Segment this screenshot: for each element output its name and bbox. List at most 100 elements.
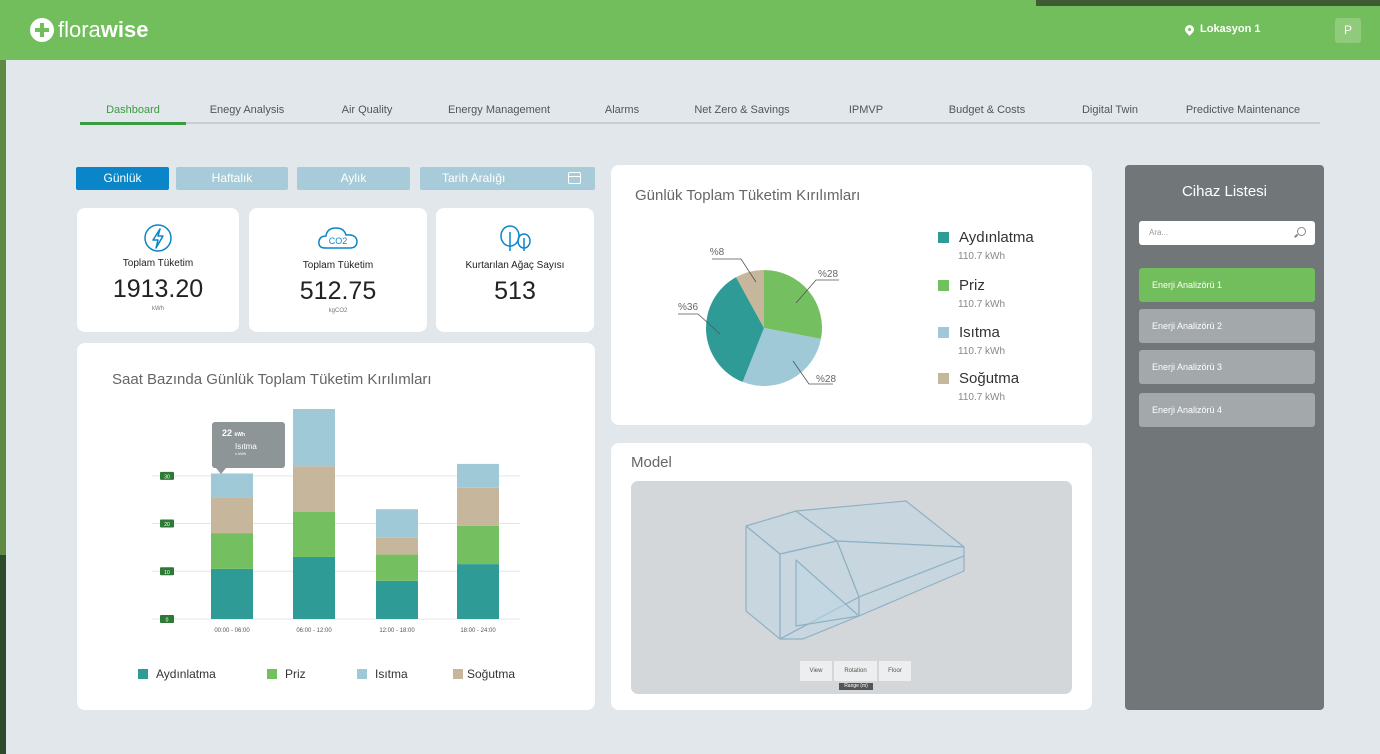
device-item[interactable]: Enerji Analizörü 2 — [1139, 309, 1315, 343]
kpi-label: Kurtarılan Ağaç Sayısı — [465, 260, 565, 271]
bar-segment-priz — [211, 533, 253, 569]
pie-legend-priz: Priz 110.7 kWh — [938, 277, 1005, 310]
kpi-label: Toplam Tüketim — [122, 258, 194, 269]
device-item[interactable]: Enerji Analizörü 3 — [1139, 350, 1315, 384]
hourly-chart-legend: Aydınlatma Priz Isıtma Soğutma — [138, 667, 515, 681]
device-list-panel: Cihaz Listesi Ara... Enerji Analizörü 1 … — [1125, 165, 1324, 710]
pie-legend-aydinlatma: Aydınlatma 110.7 kWh — [938, 229, 1034, 262]
pie-legend-value: 110.7 kWh — [958, 346, 1006, 357]
pie-legend-isitma: Isıtma 110.7 kWh — [938, 324, 1005, 357]
y-tick-label: 10 — [164, 570, 170, 576]
x-tick-label: 18:00 - 24:00 — [460, 628, 496, 634]
pie-chart: %28 %28 %36 %8 — [678, 247, 839, 386]
avatar[interactable]: P — [1335, 18, 1361, 43]
logo-text: florawise — [58, 17, 149, 42]
legend-label-priz: Priz — [285, 667, 306, 681]
tooltip-value: 22 — [222, 428, 233, 438]
period-daily-button[interactable]: Günlük — [76, 167, 169, 190]
trees-icon — [500, 225, 531, 251]
kpi-unit: kWh — [152, 306, 164, 312]
kpi-value: 512.75 — [299, 277, 377, 305]
device-item[interactable]: Enerji Analizörü 1 — [1139, 268, 1315, 302]
tab-net-zero-savings[interactable]: Net Zero & Savings — [672, 96, 812, 122]
bar-segment-aydinlatma — [211, 568, 253, 619]
y-tick-label: 0 — [166, 618, 169, 624]
location-pin-icon — [1183, 22, 1196, 36]
legend-label-isitma: Isıtma — [375, 667, 408, 681]
pie-legend-value: 110.7 kWh — [958, 299, 1006, 310]
device-search-input[interactable]: Ara... — [1139, 221, 1315, 245]
tooltip-sub: x kWh — [235, 451, 247, 456]
pie-slice-priz — [764, 270, 822, 339]
y-tick-label: 30 — [164, 474, 170, 480]
period-range-label: Tarih Aralığı — [442, 171, 506, 185]
kpi-card-consumption: Toplam Tüketim 1913.20 kWh — [77, 208, 239, 332]
pie-value-label: %36 — [678, 302, 698, 313]
bar-segment-isitma — [211, 473, 253, 498]
pie-value-label: %28 — [816, 374, 836, 385]
top-bar: florawise Lokasyon 1 P — [0, 0, 1380, 60]
device-item[interactable]: Enerji Analizörü 4 — [1139, 393, 1315, 427]
period-weekly-button[interactable]: Haftalık — [176, 167, 288, 190]
y-tick-label: 20 — [164, 522, 170, 528]
pie-legend-swatch — [938, 280, 949, 291]
tooltip-unit: kWh — [234, 432, 246, 438]
co2-cloud-icon: CO2 — [318, 227, 358, 249]
location-selector[interactable]: Lokasyon 1 — [1183, 22, 1261, 36]
bar-segment-isitma — [376, 509, 418, 538]
top-bar-accent — [1036, 0, 1380, 6]
tab-predictive-maintenance[interactable]: Predictive Maintenance — [1166, 96, 1320, 122]
tab-budget-costs[interactable]: Budget & Costs — [920, 96, 1054, 122]
tab-alarms[interactable]: Alarms — [572, 96, 672, 122]
tab-dashboard[interactable]: Dashboard — [80, 96, 186, 125]
kpi-card-co2: CO2 Toplam Tüketim 512.75 kgCO2 — [249, 208, 427, 332]
kpi-label: Toplam Tüketim — [302, 260, 374, 271]
pie-legend-value: 110.7 kWh — [958, 392, 1006, 403]
bar-segment-sogutma — [457, 487, 499, 526]
pie-legend-name: Soğutma — [959, 370, 1020, 387]
x-tick-label: 00:00 - 06:00 — [214, 628, 250, 634]
main-nav: Dashboard Enegy Analysis Air Quality Ene… — [80, 96, 1320, 125]
kpi-unit: kgCO2 — [328, 308, 348, 314]
bar-segment-sogutma — [376, 537, 418, 555]
device-list-title: Cihaz Listesi — [1181, 183, 1268, 200]
bar-segment-isitma — [293, 409, 335, 467]
kpi-value: 513 — [494, 277, 536, 305]
model-rotation-button[interactable]: Rotation — [834, 661, 877, 681]
logo-plus-icon — [30, 18, 54, 42]
pie-legend-name: Priz — [959, 277, 985, 294]
pie-legend-value: 110.7 kWh — [958, 251, 1006, 262]
tab-digital-twin[interactable]: Digital Twin — [1054, 96, 1166, 122]
model-floor-button[interactable]: Floor — [879, 661, 911, 681]
tooltip-pointer — [216, 468, 226, 474]
tab-ipmvp[interactable]: IPMVP — [812, 96, 920, 122]
model-title: Model — [631, 454, 672, 471]
bar-segment-priz — [376, 554, 418, 581]
x-tick-label: 12:00 - 18:00 — [379, 628, 415, 634]
legend-swatch-sogutma — [453, 669, 463, 679]
model-view-button[interactable]: View — [800, 661, 832, 681]
co2-icon-text: CO2 — [329, 236, 348, 246]
tab-energy-management[interactable]: Energy Management — [426, 96, 572, 122]
tab-air-quality[interactable]: Air Quality — [308, 96, 426, 122]
tab-energy-analysis[interactable]: Enegy Analysis — [186, 96, 308, 122]
pie-legend-swatch — [938, 232, 949, 243]
logo[interactable]: florawise — [30, 17, 149, 43]
hourly-chart-title: Saat Bazında Günlük Toplam Tüketim Kırıl… — [112, 371, 432, 388]
legend-swatch-priz — [267, 669, 277, 679]
chart-tooltip: 22 kWh Isıtma x kWh — [212, 422, 285, 474]
location-label: Lokasyon 1 — [1200, 23, 1261, 35]
period-range-button[interactable]: Tarih Aralığı — [420, 167, 595, 190]
search-icon[interactable] — [1297, 227, 1306, 236]
tooltip-series: Isıtma — [235, 442, 257, 451]
calendar-icon — [568, 172, 581, 184]
legend-label-aydinlatma: Aydınlatma — [156, 667, 216, 681]
pie-legend-swatch — [938, 327, 949, 338]
bar-segment-aydinlatma — [457, 564, 499, 619]
bar-segment-priz — [293, 511, 335, 557]
period-monthly-button[interactable]: Aylık — [297, 167, 410, 190]
pie-legend-sogutma: Soğutma 110.7 kWh — [938, 370, 1019, 403]
kpi-value: 1913.20 — [112, 275, 204, 303]
device-search-placeholder: Ara... — [1149, 228, 1169, 237]
bar-segment-aydinlatma — [293, 556, 335, 619]
